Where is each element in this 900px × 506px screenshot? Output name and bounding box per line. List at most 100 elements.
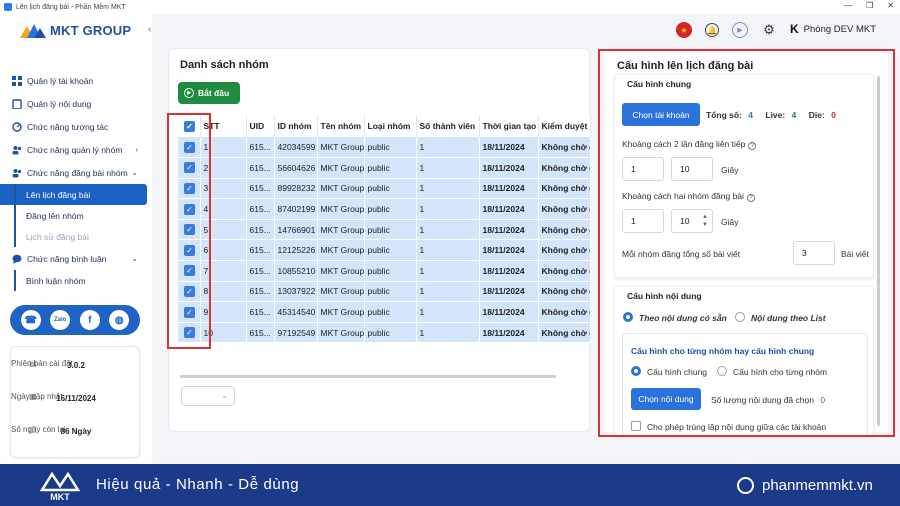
sidebar-item-label: Lên lịch đăng bài xyxy=(26,189,91,200)
table-cell: public xyxy=(364,157,417,179)
page-size-select[interactable]: ⌄ xyxy=(181,386,235,406)
footer-website[interactable]: phanmemmkt.vn xyxy=(762,477,873,494)
brand-logo: MKT GROUP xyxy=(20,22,131,38)
table-cell: public xyxy=(364,260,417,282)
checkbox-column-highlight xyxy=(167,113,211,349)
globe-icon xyxy=(737,477,754,494)
column-header[interactable]: Thời gian tạo xyxy=(479,115,539,137)
table-cell: 18/11/2024 xyxy=(479,137,539,159)
table-cell: public xyxy=(364,219,417,241)
table-cell: Không chờ d xyxy=(538,137,591,159)
start-button[interactable]: ▶ Bắt đầu xyxy=(178,82,240,104)
version-info: ▤ Phiên bản cài đặt 3.0.2 xyxy=(11,359,141,370)
sidebar-item-group-post[interactable]: Chức năng đăng bài nhóm ⌄ xyxy=(0,161,152,184)
sidebar-nav: Quản lý tài khoản Quản lý nội dung Chức … xyxy=(0,69,152,291)
sidebar-item-comment[interactable]: Chức năng bình luận ⌄ xyxy=(0,247,152,270)
table-row[interactable]: ✓ 6 615... 12125226 MKT Group public 1 18/11/20… xyxy=(178,239,591,262)
table-cell: 1 xyxy=(416,219,480,241)
bell-icon[interactable]: 🔔 xyxy=(705,23,719,37)
table-cell: public xyxy=(364,322,417,344)
column-header[interactable]: Loại nhóm xyxy=(364,115,417,137)
sidebar-item-post-to-group[interactable]: Đăng lên nhóm xyxy=(0,205,152,226)
facebook-icon[interactable]: f xyxy=(79,310,100,330)
table-cell: 1 xyxy=(416,281,480,303)
zalo-icon[interactable]: Zalo xyxy=(50,310,71,330)
table-cell: 615... xyxy=(246,301,275,323)
support-headset-icon[interactable]: ☎ xyxy=(20,310,41,330)
table-cell: MKT Group xyxy=(317,260,365,282)
play-circle-icon: ▶ xyxy=(184,88,194,98)
table-cell: Không chờ d xyxy=(538,219,591,241)
play-icon[interactable]: ▶ xyxy=(732,22,748,38)
table-cell: public xyxy=(364,239,417,262)
table-header-row: ✓ STT UID ID nhóm Tên nhóm Loại nhóm Số … xyxy=(178,115,591,137)
table-cell: 615... xyxy=(246,322,275,344)
table-cell: 615... xyxy=(246,281,275,303)
table-cell: Không chờ d xyxy=(538,260,591,282)
table-cell: 1 xyxy=(416,137,480,159)
footer-banner: MKT Hiệu quả - Nhanh - Dễ dùng phanmemmk… xyxy=(0,464,900,506)
table-cell: 615... xyxy=(246,239,275,262)
sidebar-item-group-manage[interactable]: Chức năng quản lý nhóm › xyxy=(0,138,152,161)
table-cell: MKT Group xyxy=(317,157,365,179)
table-cell: public xyxy=(364,137,417,159)
table-cell: 615... xyxy=(246,198,275,220)
sidebar-item-accounts[interactable]: Quản lý tài khoản xyxy=(0,69,152,92)
column-header[interactable]: Số thành viên xyxy=(416,115,480,137)
table-cell: 615... xyxy=(246,260,275,282)
sidebar-item-group-comment[interactable]: Bình luận nhóm xyxy=(0,270,152,291)
table-row[interactable]: ✓ 10 615... 97192549 MKT Group public 1 18/11/2… xyxy=(178,322,591,344)
table-cell: 87402199 xyxy=(274,198,318,220)
update-label: Ngày cập nhật xyxy=(11,392,63,401)
table-cell: 18/11/2024 xyxy=(479,322,539,344)
column-header[interactable]: Kiểm duyệt xyxy=(538,115,591,137)
table-cell: 18/11/2024 xyxy=(479,260,539,282)
social-links: ☎ Zalo f ◍ xyxy=(10,305,140,335)
table-cell: 12125226 xyxy=(274,239,318,262)
table-row[interactable]: ✓ 4 615... 87402199 MKT Group public 1 18/11/20… xyxy=(178,198,591,220)
close-icon[interactable]: ✕ xyxy=(887,1,894,10)
user-profile[interactable]: K Phòng DEV MKT xyxy=(790,22,876,36)
globe-icon[interactable]: ◍ xyxy=(109,310,130,330)
table-cell: Không chờ d xyxy=(538,198,591,220)
table-cell: Không chờ d xyxy=(538,157,591,179)
gear-icon[interactable]: ⚙ xyxy=(761,22,777,38)
sidebar-item-post-history[interactable]: Lịch sử đăng bài xyxy=(0,226,152,247)
table-row[interactable]: ✓ 5 615... 14766901 MKT Group public 1 18/11/20… xyxy=(178,219,591,241)
brand-logo-text: MKT GROUP xyxy=(50,22,132,38)
column-header[interactable]: Tên nhóm xyxy=(317,115,365,137)
table-cell: public xyxy=(364,198,417,220)
table-cell: 615... xyxy=(246,137,275,159)
table-row[interactable]: ✓ 8 615... 13037922 MKT Group public 1 18/11/20… xyxy=(178,281,591,303)
sidebar-item-content[interactable]: Quản lý nội dung xyxy=(0,92,152,115)
table-row[interactable]: ✓ 7 615... 10855210 MKT Group public 1 18/11/20… xyxy=(178,260,591,282)
grid-icon xyxy=(12,75,22,86)
collapse-sidebar-icon[interactable]: ‹ xyxy=(148,24,151,35)
table-cell: 1 xyxy=(416,198,480,220)
column-header[interactable]: ID nhóm xyxy=(274,115,318,137)
sidebar-item-interaction[interactable]: Chức năng tương tác xyxy=(0,115,152,138)
table-cell: 18/11/2024 xyxy=(479,157,539,179)
table-cell: public xyxy=(364,178,417,200)
gauge-icon xyxy=(12,121,22,132)
table-row[interactable]: ✓ 3 615... 89928232 MKT Group public 1 18/11/20… xyxy=(178,178,591,200)
app-info-card: ▤ Phiên bản cài đặt 3.0.2 ▦ Ngày cập nhậ… xyxy=(10,346,140,458)
horizontal-scrollbar[interactable] xyxy=(180,375,556,378)
table-cell: MKT Group xyxy=(317,322,365,344)
minimize-icon[interactable]: — xyxy=(844,1,852,10)
maximize-icon[interactable]: ❐ xyxy=(866,1,873,10)
vietnam-flag-icon[interactable]: ★ xyxy=(676,22,692,38)
table-cell: 14766901 xyxy=(274,219,318,241)
table-cell: 13037922 xyxy=(274,281,318,303)
sidebar-item-label: Chức năng quản lý nhóm xyxy=(27,144,123,155)
table-cell: 18/11/2024 xyxy=(479,178,539,200)
chevron-right-icon: › xyxy=(135,145,138,154)
table-row[interactable]: ✓ 2 615... 56604626 MKT Group public 1 18/11/20… xyxy=(178,157,591,179)
column-header[interactable]: UID xyxy=(246,115,275,137)
table-row[interactable]: ✓ 1 615... 42034599 MKT Group public 1 18/11/20… xyxy=(178,137,591,159)
version-label: Phiên bản cài đặt xyxy=(11,359,73,368)
table-cell: Không chờ d xyxy=(538,301,591,323)
days-left-label: Số ngày còn lại xyxy=(11,425,66,434)
table-row[interactable]: ✓ 9 615... 45314540 MKT Group public 1 18/11/20… xyxy=(178,301,591,323)
sidebar-item-schedule-post[interactable]: Lên lịch đăng bài xyxy=(0,184,147,205)
